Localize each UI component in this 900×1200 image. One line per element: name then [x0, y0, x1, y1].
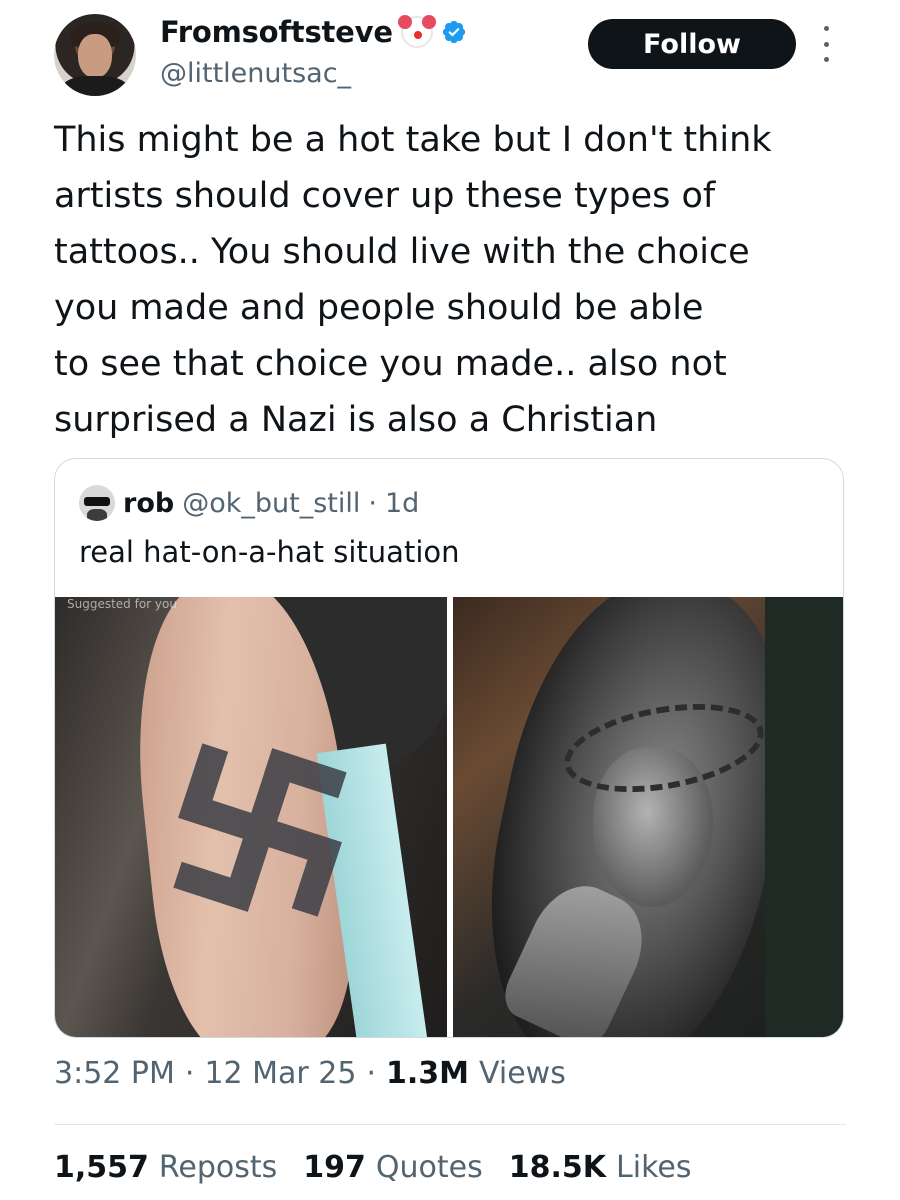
quoted-tweet-text: real hat-on-a-hat situation — [79, 535, 460, 569]
views-count: 1.3M — [386, 1056, 470, 1091]
clown-emoji-icon — [397, 15, 433, 48]
author-name-row: Fromsoftsteve — [160, 14, 467, 50]
meta-separator: · — [184, 1056, 195, 1091]
author-display-name[interactable]: Fromsoftsteve — [160, 15, 393, 49]
quotes-stat[interactable]: 197 Quotes — [303, 1150, 482, 1185]
likes-count: 18.5K — [508, 1150, 607, 1185]
quotes-label: Quotes — [375, 1150, 483, 1185]
quoted-timestamp: 1d — [384, 487, 420, 519]
author-handle[interactable]: @littlenutsac_ — [160, 58, 351, 89]
divider — [54, 1124, 846, 1125]
verified-badge-icon[interactable] — [441, 19, 467, 45]
reposts-count: 1,557 — [54, 1150, 149, 1185]
media-photo-jesus-tattoo[interactable] — [453, 597, 843, 1037]
reposts-label: Reposts — [158, 1150, 278, 1185]
media-caption: Suggested for you — [67, 597, 177, 611]
quotes-count: 197 — [303, 1150, 366, 1185]
avatar-face — [78, 34, 112, 78]
quoted-tweet-card[interactable]: rob @ok_but_still · 1d real hat-on-a-hat… — [54, 458, 844, 1038]
views-label: Views — [479, 1056, 566, 1091]
more-dot — [823, 26, 829, 31]
author-avatar[interactable] — [54, 14, 136, 96]
reposts-stat[interactable]: 1,557 Reposts — [54, 1150, 277, 1185]
avatar-body — [62, 76, 128, 96]
tweet-page: Fromsoftsteve @littlenutsac_ Follow This… — [0, 0, 900, 1200]
more-vertical-icon[interactable] — [818, 26, 834, 62]
tweet-meta-row: 3:52 PM · 12 Mar 25 · 1.3M Views — [54, 1056, 566, 1091]
quoted-media-grid: Suggested for you — [55, 597, 843, 1037]
media-photo-swastika-tattoo[interactable]: Suggested for you — [55, 597, 447, 1037]
photo-sleeve — [765, 597, 843, 1037]
quoted-author-handle: @ok_but_still — [182, 487, 361, 519]
follow-button[interactable]: Follow — [588, 19, 796, 69]
quoted-author-name: rob — [123, 487, 175, 519]
engagement-stats: 1,557 Reposts 197 Quotes 18.5K Likes — [54, 1150, 691, 1185]
meta-separator: · — [366, 1056, 377, 1091]
tweet-text: This might be a hot take but I don't thi… — [54, 120, 772, 440]
more-dot — [823, 41, 829, 47]
tweet-date[interactable]: 12 Mar 25 — [204, 1056, 356, 1091]
quoted-tweet-header: rob @ok_but_still · 1d — [79, 485, 419, 521]
likes-stat[interactable]: 18.5K Likes — [509, 1150, 692, 1185]
quoted-author-avatar[interactable] — [79, 485, 115, 521]
quoted-separator: · — [368, 487, 377, 519]
likes-label: Likes — [616, 1150, 692, 1185]
tweet-time[interactable]: 3:52 PM — [54, 1056, 175, 1091]
more-dot — [823, 57, 829, 62]
